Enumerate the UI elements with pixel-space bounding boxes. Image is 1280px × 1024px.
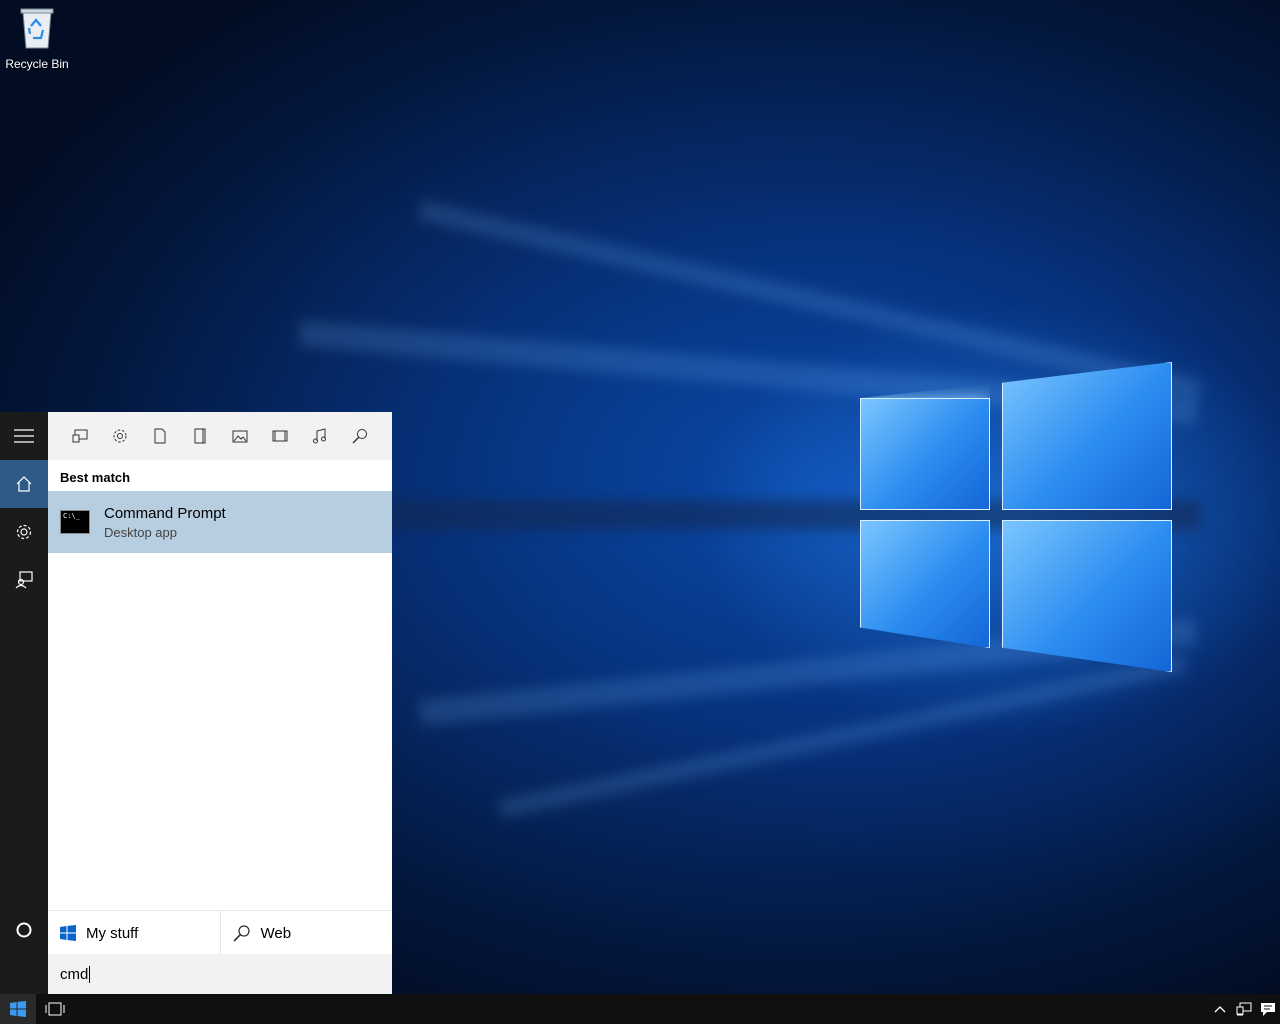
apps-icon [72,429,88,443]
desktop-icon-recycle-bin[interactable]: Recycle Bin [4,6,70,71]
filter-settings-button[interactable] [100,412,140,460]
network-icon [1236,1002,1252,1016]
result-subtitle: Desktop app [104,524,177,540]
text-caret [89,965,91,983]
settings-icon [113,429,127,443]
action-center-icon [1261,1002,1275,1016]
system-tray [1208,994,1280,1024]
photos-icon [232,430,248,442]
command-prompt-icon: C:\_ [60,510,90,534]
network-button[interactable] [1232,994,1256,1024]
filter-photos-button[interactable] [220,412,260,460]
filter-apps-button[interactable] [60,412,100,460]
filter-videos-button[interactable] [260,412,300,460]
best-match-result[interactable]: C:\_ Command Prompt Desktop app [48,491,392,553]
logo-pane-bottom-right [1002,520,1172,672]
filter-web-button[interactable] [340,412,380,460]
logo-pane-bottom-left [860,520,990,648]
music-icon [313,428,326,444]
filter-music-button[interactable] [300,412,340,460]
search-query-text: cmd [60,965,89,983]
hamburger-menu-button[interactable] [0,412,48,460]
hamburger-menu-icon [14,429,34,443]
search-input[interactable]: cmd [48,954,392,994]
windows-logo-icon [60,925,76,941]
windows-start-icon [10,1001,26,1017]
home-icon [16,476,32,492]
web-search-icon [352,429,367,444]
start-rail [0,412,48,994]
scope-web-button[interactable]: Web [219,911,393,955]
recycle-bin-icon [20,8,54,49]
videos-icon [272,430,288,442]
folders-icon [194,428,206,444]
chevron-up-icon [1214,1006,1226,1013]
action-center-button[interactable] [1256,994,1280,1024]
task-view-icon [45,1002,65,1016]
logo-pane-top-right [1002,362,1172,510]
best-match-heading: Best match [60,470,131,485]
scope-web-label: Web [260,924,292,942]
search-scope-bar: My stuff Web [48,910,392,955]
recycle-bin-label: Recycle Bin [5,57,69,71]
search-filter-bar [48,412,392,460]
result-text: Command Prompt Desktop app [104,505,226,540]
home-button[interactable] [0,460,48,508]
show-hidden-icons-button[interactable] [1208,994,1232,1024]
cortana-button[interactable] [0,906,48,954]
scope-my-stuff-button[interactable]: My stuff [48,911,220,955]
feedback-button[interactable] [0,556,48,604]
documents-icon [154,428,166,444]
cortana-circle-icon [16,922,32,938]
feedback-icon [15,571,33,589]
task-view-button[interactable] [38,994,72,1024]
settings-gear-icon [16,524,32,540]
scope-my-stuff-label: My stuff [86,924,139,942]
start-button[interactable] [0,994,36,1024]
settings-button[interactable] [0,508,48,556]
filter-documents-button[interactable] [140,412,180,460]
search-icon [232,925,250,942]
filter-folders-button[interactable] [180,412,220,460]
search-panel: Best match C:\_ Command Prompt Desktop a… [48,412,392,994]
result-title: Command Prompt [104,504,226,522]
taskbar [0,994,1280,1024]
logo-pane-top-left [860,398,990,510]
